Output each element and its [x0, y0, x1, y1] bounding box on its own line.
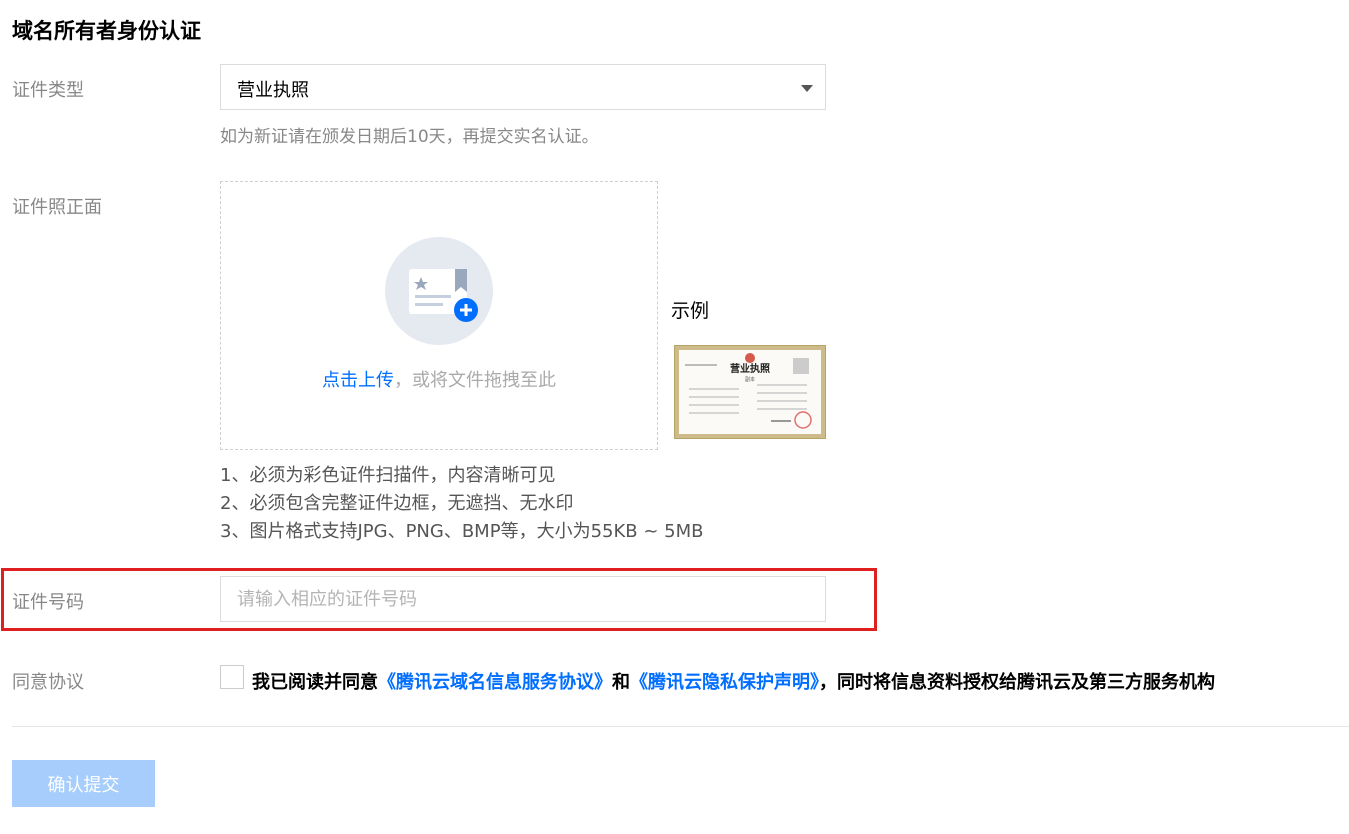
upload-dropzone[interactable]: 点击上传，或将文件拖拽至此 [220, 181, 658, 450]
requirement-1: 1、必须为彩色证件扫描件，内容清晰可见 [220, 465, 556, 486]
cert-type-value: 营业执照 [237, 80, 309, 101]
agreement-text: 我已阅读并同意《腾讯云域名信息服务协议》和《腾讯云隐私保护声明》，同时将信息资料… [252, 668, 1215, 694]
agreement-label: 同意协议 [12, 672, 84, 693]
example-heading: 营业执照 [730, 362, 770, 375]
upload-drag-text: ，或将文件拖拽至此 [394, 370, 556, 391]
agreement-prefix: 我已阅读并同意 [252, 672, 378, 693]
cert-type-label: 证件类型 [12, 80, 84, 101]
agreement-suffix: ，同时将信息资料授权给腾讯云及第三方服务机构 [819, 672, 1215, 693]
cert-number-label: 证件号码 [12, 592, 84, 613]
example-label: 示例 [671, 300, 710, 322]
upload-instruction: 点击上传，或将文件拖拽至此 [221, 366, 657, 392]
section-title: 域名所有者身份认证 [12, 19, 201, 43]
example-sub: 副本 [745, 376, 755, 383]
agreement-and: 和 [612, 672, 630, 693]
requirement-2: 2、必须包含完整证件边框，无遮挡、无水印 [220, 493, 574, 514]
cert-front-label: 证件照正面 [12, 197, 102, 218]
example-license-image[interactable]: 营业执照 副本 [674, 345, 826, 439]
requirement-3: 3、图片格式支持JPG、PNG、BMP等，大小为55KB ~ 5MB [220, 521, 704, 542]
upload-icon [385, 237, 493, 345]
cert-type-select[interactable]: 营业执照 [220, 64, 826, 110]
chevron-down-icon [801, 85, 813, 92]
upload-link[interactable]: 点击上传 [322, 370, 394, 391]
cert-type-hint: 如为新证请在颁发日期后10天，再提交实名认证。 [220, 127, 599, 147]
privacy-statement-link[interactable]: 《腾讯云隐私保护声明》 [630, 672, 819, 693]
submit-button[interactable]: 确认提交 [12, 760, 155, 807]
divider [12, 726, 1349, 727]
service-agreement-link[interactable]: 《腾讯云域名信息服务协议》 [378, 672, 612, 693]
agreement-checkbox[interactable] [220, 665, 244, 689]
cert-number-input[interactable] [220, 576, 826, 622]
